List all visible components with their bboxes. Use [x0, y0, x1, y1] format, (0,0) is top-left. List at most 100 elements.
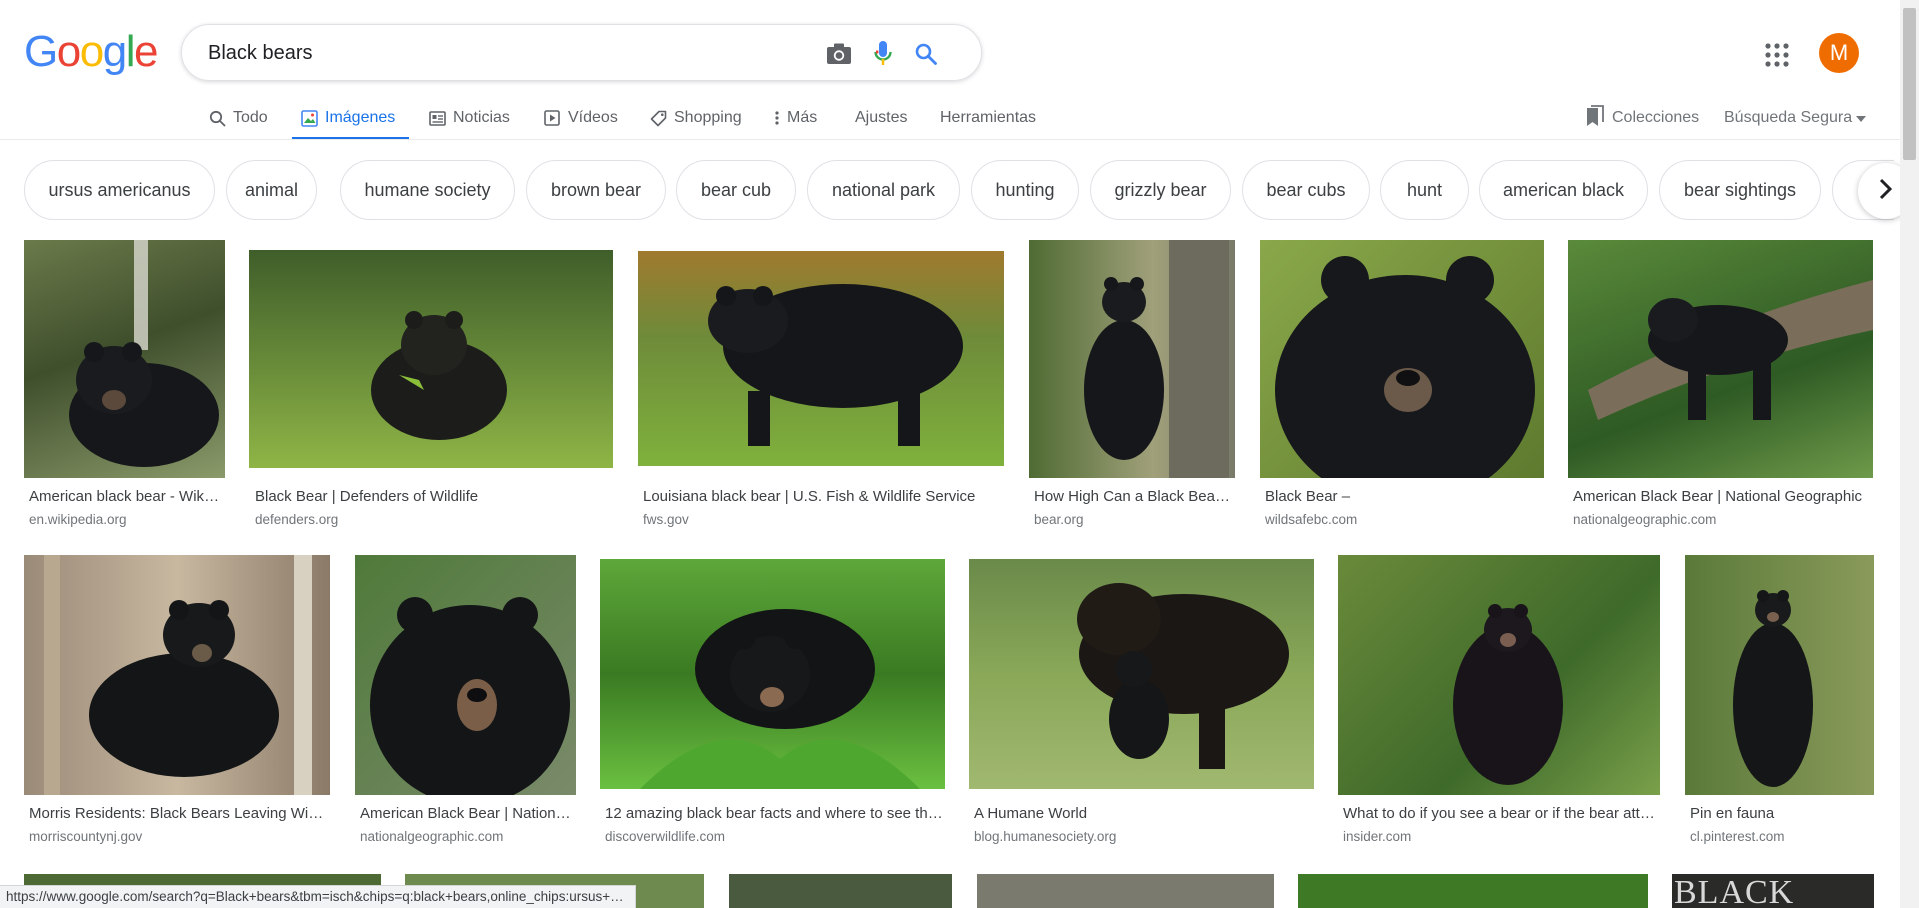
result-caption[interactable]: Louisiana black bear | U.S. Fish & Wildl…	[643, 488, 999, 505]
result-caption[interactable]: Black Bear –	[1265, 488, 1541, 505]
chip[interactable]: humane society	[340, 160, 515, 220]
logo-letter: G	[24, 27, 58, 76]
result-source[interactable]: fws.gov	[643, 512, 999, 527]
thumbnail-overlay-text: BLACK BEARS	[1674, 874, 1795, 908]
image-result[interactable]: Pin en fauna cl.pinterest.com	[1685, 555, 1874, 845]
header-divider	[0, 139, 1900, 140]
google-apps-icon[interactable]	[1764, 42, 1790, 68]
result-thumbnail[interactable]	[969, 559, 1314, 789]
logo-letter: l	[125, 27, 136, 76]
tab-todo[interactable]: Todo	[208, 96, 268, 140]
tab-herramientas[interactable]: Herramientas	[940, 96, 1036, 140]
image-result[interactable]: Morris Residents: Black Bears Leaving Wi…	[24, 555, 330, 845]
result-source[interactable]: discoverwildlife.com	[605, 829, 943, 844]
tab-videos[interactable]: Vídeos	[543, 96, 618, 140]
result-thumbnail[interactable]	[600, 559, 945, 789]
result-source[interactable]: insider.com	[1343, 829, 1658, 844]
image-result[interactable]: How High Can a Black Bear Climb? bear.or…	[1029, 240, 1235, 530]
result-thumbnail[interactable]	[977, 874, 1274, 908]
play-icon	[543, 109, 561, 127]
result-caption[interactable]: Morris Residents: Black Bears Leaving Wi…	[29, 805, 329, 822]
status-bar-url: https://www.google.com/search?q=Black+be…	[0, 885, 636, 908]
news-icon	[428, 109, 446, 127]
result-thumbnail[interactable]	[1338, 555, 1660, 795]
result-source[interactable]: morriscountynj.gov	[29, 829, 329, 844]
image-result[interactable]: Black Bear | Defenders of Wildlife defen…	[249, 240, 613, 530]
image-result[interactable]: A Humane World blog.humanesociety.org	[969, 555, 1314, 845]
result-source[interactable]: blog.humanesociety.org	[974, 829, 1312, 844]
image-result[interactable]: Black Bear – wildsafebc.com	[1260, 240, 1544, 530]
image-result[interactable]: 12 amazing black bear facts and where to…	[600, 555, 945, 845]
result-thumbnail[interactable]	[638, 251, 1004, 466]
result-thumbnail[interactable]	[1568, 240, 1873, 478]
image-result[interactable]: American Black Bear | National Geographi…	[355, 555, 576, 845]
search-icon[interactable]	[913, 41, 939, 67]
image-result[interactable]: Louisiana black bear | U.S. Fish & Wildl…	[638, 240, 1004, 530]
google-logo[interactable]: Google	[24, 27, 158, 76]
result-source[interactable]: wildsafebc.com	[1265, 512, 1541, 527]
image-result[interactable]: American black bear - Wikipedia en.wikip…	[24, 240, 225, 530]
tab-shopping[interactable]: Shopping	[649, 96, 742, 140]
result-caption[interactable]: American Black Bear | National Geographi…	[360, 805, 576, 822]
result-source[interactable]: en.wikipedia.org	[29, 512, 221, 527]
result-source[interactable]: cl.pinterest.com	[1690, 829, 1874, 844]
avatar[interactable]: M	[1819, 33, 1859, 73]
bookmark-icon	[1586, 104, 1604, 132]
safe-search-label: Búsqueda Segura	[1724, 109, 1853, 126]
result-thumbnail[interactable]	[1029, 240, 1235, 478]
result-caption[interactable]: American black bear - Wikipedia	[29, 488, 221, 505]
result-caption[interactable]: A Humane World	[974, 805, 1312, 822]
chevron-right-icon	[1879, 178, 1893, 205]
result-thumbnail[interactable]: BLACK BEARS	[1672, 874, 1874, 908]
tab-noticias[interactable]: Noticias	[428, 96, 510, 140]
result-thumbnail[interactable]	[729, 874, 952, 908]
tab-label: Ajustes	[855, 109, 908, 126]
tab-mas[interactable]: Más	[774, 96, 817, 140]
result-source[interactable]: nationalgeographic.com	[1573, 512, 1870, 527]
tab-ajustes[interactable]: Ajustes	[855, 96, 907, 140]
result-source[interactable]: nationalgeographic.com	[360, 829, 576, 844]
safe-search-dropdown[interactable]: Búsqueda Segura	[1724, 96, 1867, 140]
result-thumbnail[interactable]	[24, 240, 225, 478]
chip[interactable]: animal	[226, 160, 317, 220]
chip[interactable]: bear sightings	[1659, 160, 1821, 220]
chip[interactable]: grizzly bear	[1090, 160, 1231, 220]
result-caption[interactable]: 12 amazing black bear facts and where to…	[605, 805, 943, 822]
logo-letter: g	[102, 27, 127, 76]
microphone-icon[interactable]	[870, 41, 896, 67]
result-caption[interactable]: Black Bear | Defenders of Wildlife	[255, 488, 610, 505]
chip[interactable]: brown bear	[526, 160, 666, 220]
image-result[interactable]: What to do if you see a bear or if the b…	[1338, 555, 1660, 845]
result-thumbnail[interactable]	[1298, 874, 1648, 908]
colecciones-link[interactable]: Colecciones	[1586, 96, 1699, 140]
chip[interactable]: bear cub	[676, 160, 796, 220]
result-caption[interactable]: American Black Bear | National Geographi…	[1573, 488, 1870, 505]
chip[interactable]: national park	[807, 160, 960, 220]
chip[interactable]: hunt	[1380, 160, 1469, 220]
related-chips: ursus americanus animal humane society b…	[24, 160, 1894, 220]
result-thumbnail[interactable]	[1685, 555, 1874, 795]
result-caption[interactable]: Pin en fauna	[1690, 805, 1874, 822]
result-thumbnail[interactable]	[249, 250, 613, 468]
page: Google Black bears M Todo Imágenes Notic…	[0, 0, 1919, 908]
result-caption[interactable]: How High Can a Black Bear Climb?	[1034, 488, 1232, 505]
search-box[interactable]: Black bears	[181, 24, 982, 81]
search-input[interactable]: Black bears	[208, 42, 313, 65]
result-caption[interactable]: What to do if you see a bear or if the b…	[1343, 805, 1658, 822]
chip[interactable]: hunting	[971, 160, 1079, 220]
more-vert-icon	[774, 109, 780, 127]
result-source[interactable]: defenders.org	[255, 512, 610, 527]
result-thumbnail[interactable]	[355, 555, 576, 795]
image-result[interactable]: American Black Bear | National Geographi…	[1568, 240, 1873, 530]
tab-imagenes[interactable]: Imágenes	[291, 96, 410, 140]
chip[interactable]: ursus americanus	[24, 160, 215, 220]
result-thumbnail[interactable]	[24, 555, 330, 795]
scrollbar-thumb[interactable]	[1903, 8, 1916, 160]
tab-label: Todo	[233, 109, 268, 126]
search-icon	[208, 109, 226, 127]
result-source[interactable]: bear.org	[1034, 512, 1232, 527]
result-thumbnail[interactable]	[1260, 240, 1544, 478]
chip[interactable]: bear cubs	[1242, 160, 1370, 220]
chip[interactable]: american black	[1479, 160, 1648, 220]
camera-icon[interactable]	[826, 41, 852, 67]
